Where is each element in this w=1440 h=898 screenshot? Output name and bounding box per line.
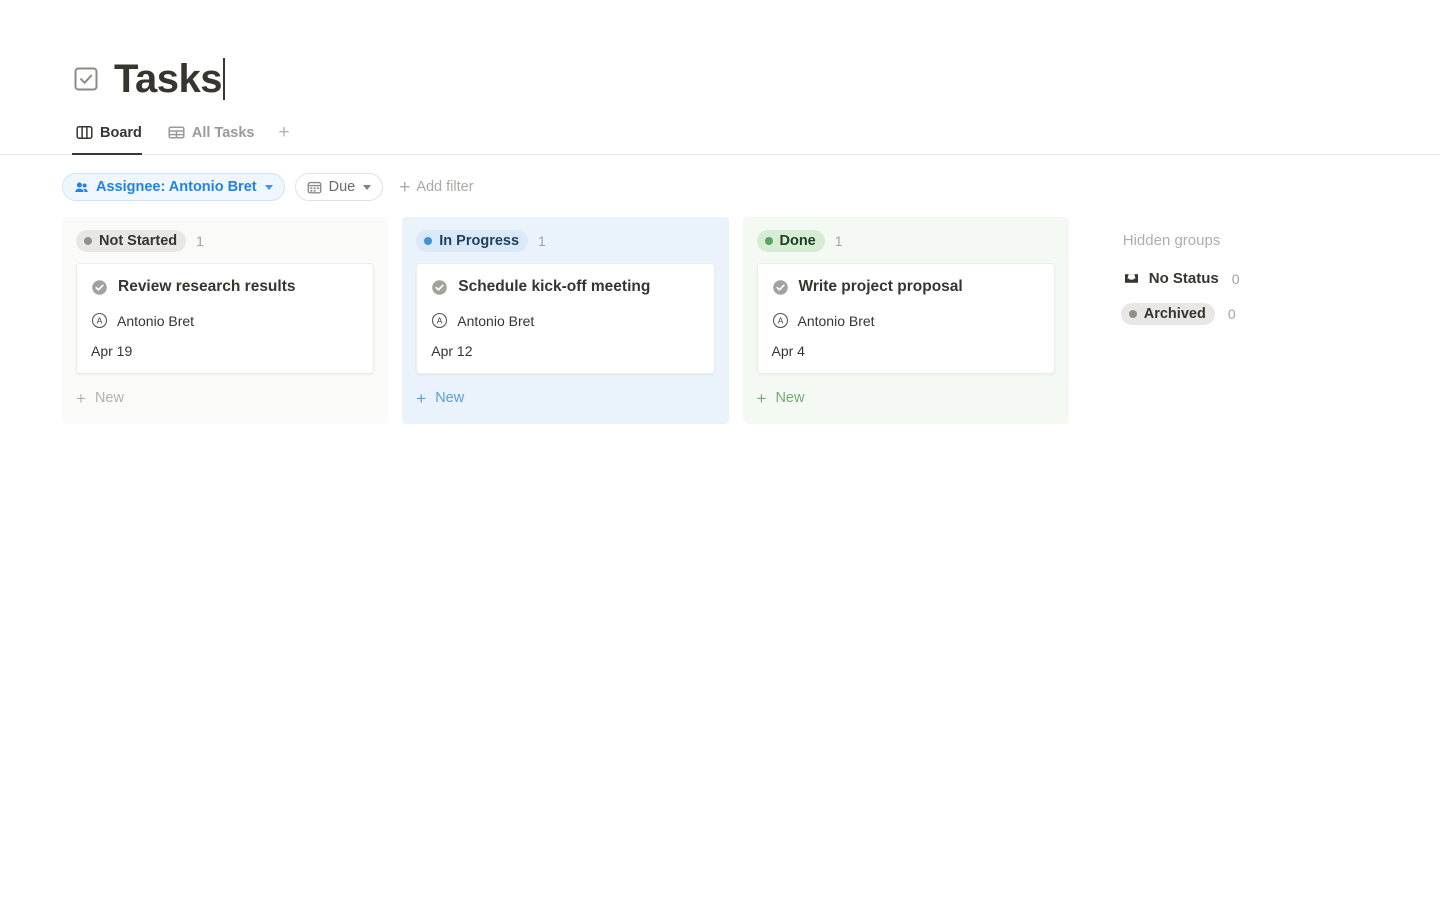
assignee-name: Antonio Bret bbox=[797, 312, 875, 329]
status-dot-icon bbox=[84, 237, 92, 245]
task-due-date: Apr 19 bbox=[91, 343, 133, 359]
page-title: Tasks bbox=[114, 57, 222, 101]
svg-text:A: A bbox=[437, 316, 443, 326]
column-count: 1 bbox=[196, 233, 204, 249]
svg-text:A: A bbox=[777, 316, 783, 326]
add-card-label: New bbox=[94, 390, 124, 406]
status-badge: Done bbox=[756, 230, 825, 252]
add-card-button[interactable]: + New bbox=[62, 374, 388, 418]
status-badge: Not Started bbox=[76, 230, 187, 252]
plus-icon: + bbox=[416, 388, 427, 408]
chevron-down-icon bbox=[264, 184, 273, 190]
text-cursor bbox=[222, 58, 225, 100]
task-card[interactable]: Review research results A Antonio Bret A… bbox=[76, 263, 375, 374]
task-due-date: Apr 4 bbox=[771, 343, 805, 359]
add-card-label: New bbox=[775, 390, 805, 406]
filter-chip-due[interactable]: Due bbox=[294, 173, 384, 201]
check-circle-icon[interactable] bbox=[772, 279, 789, 296]
hidden-group-count: 0 bbox=[1231, 270, 1240, 287]
tab-all-tasks-label: All Tasks bbox=[191, 124, 255, 141]
status-label: Done bbox=[779, 233, 816, 249]
tab-bar: Board All Tasks + bbox=[0, 120, 1440, 155]
check-circle-icon[interactable] bbox=[431, 279, 448, 296]
task-title: Review research results bbox=[118, 278, 296, 295]
board-column-done: Done 1 Write project proposal A Antonio … bbox=[742, 217, 1069, 424]
status-label: In Progress bbox=[439, 233, 520, 249]
plus-icon: + bbox=[76, 388, 86, 408]
card-assignee: A Antonio Bret bbox=[91, 312, 359, 329]
card-assignee: A Antonio Bret bbox=[431, 312, 699, 329]
plus-icon: + bbox=[756, 388, 767, 408]
status-dot-icon bbox=[1128, 310, 1137, 318]
task-due-date: Apr 12 bbox=[431, 343, 473, 359]
status-dot-icon bbox=[764, 237, 773, 245]
filter-chip-assignee[interactable]: Assignee: Antonio Bret bbox=[62, 173, 285, 201]
task-card[interactable]: Schedule kick-off meeting A Antonio Bret… bbox=[416, 263, 715, 374]
check-circle-icon[interactable] bbox=[91, 279, 108, 296]
add-card-button[interactable]: + New bbox=[402, 374, 728, 418]
assignee-name: Antonio Bret bbox=[117, 312, 195, 329]
people-icon bbox=[74, 180, 89, 195]
task-title: Schedule kick-off meeting bbox=[458, 278, 651, 295]
tab-board-label: Board bbox=[100, 124, 142, 141]
hidden-group-label: No Status bbox=[1148, 270, 1219, 287]
tab-all-tasks[interactable]: All Tasks bbox=[164, 120, 265, 154]
status-dot-icon bbox=[424, 237, 433, 245]
board-column-not-started: Not Started 1 Review research results A … bbox=[62, 217, 389, 424]
calendar-icon bbox=[307, 180, 322, 195]
page-header: Tasks bbox=[0, 0, 1440, 102]
add-filter-button[interactable]: + Add filter bbox=[393, 178, 473, 197]
table-grid-icon bbox=[168, 124, 185, 141]
avatar: A bbox=[431, 312, 448, 329]
card-title-row: Write project proposal bbox=[772, 277, 1040, 297]
status-badge: In Progress bbox=[416, 230, 529, 252]
add-view-button[interactable]: + bbox=[271, 120, 298, 154]
plus-icon: + bbox=[399, 176, 411, 198]
status-label: Not Started bbox=[99, 233, 178, 249]
hidden-group-no-status[interactable]: No Status 0 bbox=[1121, 270, 1440, 287]
add-filter-label: Add filter bbox=[416, 179, 474, 195]
column-header[interactable]: Not Started 1 bbox=[62, 217, 388, 263]
add-card-button[interactable]: + New bbox=[743, 374, 1069, 418]
hidden-group-archived[interactable]: Archived 0 bbox=[1120, 303, 1440, 325]
assignee-name: Antonio Bret bbox=[457, 312, 535, 329]
filter-chip-assignee-label: Assignee: Antonio Bret bbox=[96, 179, 257, 195]
board-columns-icon bbox=[76, 124, 93, 141]
task-title: Write project proposal bbox=[798, 278, 963, 295]
card-title-row: Review research results bbox=[91, 277, 359, 297]
column-count: 1 bbox=[538, 233, 546, 249]
card-assignee: A Antonio Bret bbox=[772, 312, 1040, 329]
checkbox-square-icon bbox=[72, 65, 100, 93]
inbox-icon bbox=[1123, 270, 1140, 287]
svg-text:A: A bbox=[97, 316, 103, 326]
task-card[interactable]: Write project proposal A Antonio Bret Ap… bbox=[756, 263, 1055, 374]
card-title-row: Schedule kick-off meeting bbox=[431, 277, 699, 297]
filter-bar: Assignee: Antonio Bret Due + Add filter bbox=[0, 155, 1440, 203]
tab-board[interactable]: Board bbox=[72, 120, 152, 155]
page-title-editable[interactable]: Tasks bbox=[114, 56, 225, 102]
column-count: 1 bbox=[834, 233, 843, 249]
plus-icon: + bbox=[278, 122, 290, 143]
avatar: A bbox=[772, 312, 789, 329]
board-column-in-progress: In Progress 1 Schedule kick-off meeting bbox=[402, 217, 729, 424]
hidden-groups-panel: Hidden groups No Status 0 Archived 0 bbox=[1083, 217, 1440, 325]
kanban-board: Not Started 1 Review research results A … bbox=[0, 203, 1440, 424]
column-header[interactable]: In Progress 1 bbox=[402, 217, 728, 263]
hidden-group-label: Archived bbox=[1143, 306, 1206, 322]
hidden-group-count: 0 bbox=[1227, 306, 1236, 322]
column-header[interactable]: Done 1 bbox=[743, 217, 1069, 263]
add-card-label: New bbox=[435, 390, 465, 406]
filter-chip-due-label: Due bbox=[328, 179, 356, 195]
hidden-groups-title: Hidden groups bbox=[1122, 232, 1221, 249]
status-badge: Archived bbox=[1120, 303, 1215, 325]
chevron-down-icon bbox=[363, 184, 372, 190]
avatar: A bbox=[91, 312, 108, 329]
